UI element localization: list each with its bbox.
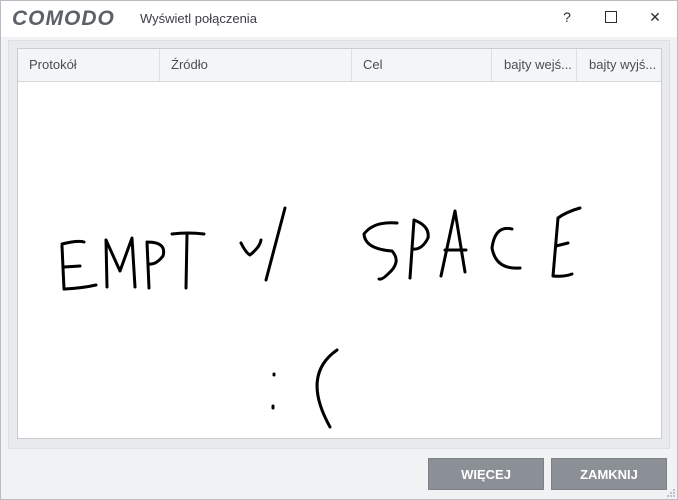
window-title: Wyświetl połączenia (140, 11, 257, 26)
column-label: Cel (363, 57, 383, 72)
column-header-bytes-in[interactable]: bajty wejś... (491, 49, 576, 81)
resize-grip-icon[interactable] (666, 488, 676, 498)
comodo-logo: COMODO (12, 7, 115, 30)
column-header-source[interactable]: Źródło (159, 49, 351, 81)
column-header-protocol[interactable]: Protokół (18, 49, 159, 81)
column-label: bajty wejś... (504, 57, 572, 72)
help-icon: ? (563, 9, 571, 25)
close-button[interactable]: ZAMKNIJ (551, 458, 667, 490)
column-header-bytes-out[interactable]: bajty wyjś... (576, 49, 661, 81)
column-label: Protokół (29, 57, 77, 72)
column-label: bajty wyjś... (589, 57, 657, 72)
column-label: Źródło (171, 57, 208, 72)
close-icon: ✕ (649, 8, 661, 25)
connections-table[interactable]: Protokół Źródło Cel bajty wejś... bajty … (17, 48, 662, 439)
table-header: Protokół Źródło Cel bajty wejś... bajty … (18, 49, 661, 82)
title-bar[interactable]: COMODO Wyświetl połączenia ? ✕ (1, 1, 677, 37)
close-window-button[interactable]: ✕ (633, 1, 677, 33)
column-header-destination[interactable]: Cel (351, 49, 491, 81)
more-button[interactable]: WIĘCEJ (428, 458, 544, 490)
help-button[interactable]: ? (545, 1, 589, 33)
maximize-button[interactable] (589, 1, 633, 33)
handwritten-empty-space-drawing (60, 206, 582, 429)
maximize-icon (605, 11, 617, 23)
